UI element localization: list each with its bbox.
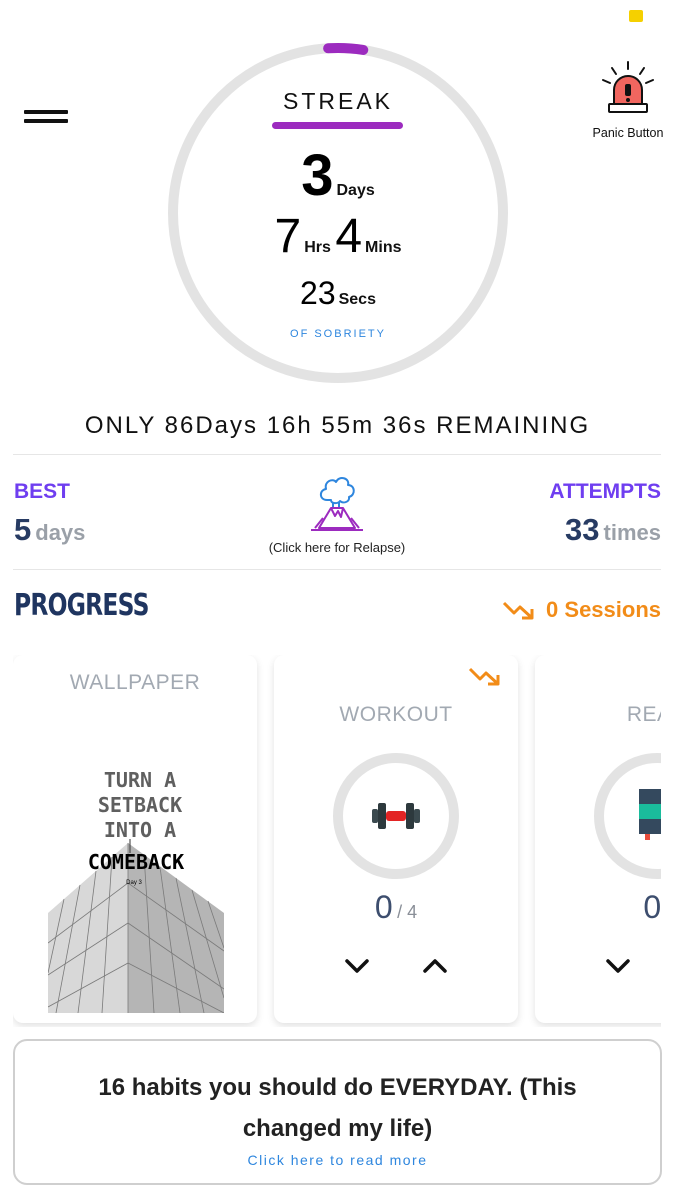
poster-line: COMEBACK [88,850,184,874]
streak-minutes-unit: Mins [365,239,402,256]
read-more-link[interactable]: Click here to read more [15,1152,660,1168]
siren-alarm-icon [602,61,654,113]
status-indicator [629,10,643,22]
relapse-caption: (Click here for Relapse) [268,540,406,555]
divider [13,569,661,570]
volcano-eruption-icon [311,477,363,531]
book-icon [639,789,661,840]
poster-tag: Day 3 [126,880,142,886]
panic-button[interactable]: Panic Button [588,60,668,140]
wallpaper-card[interactable]: WALLPAPER TURN A SETBACK INTO A COMEBACK… [13,655,257,1023]
streak-seconds: 23 Secs [167,275,509,312]
streak-underline [272,122,403,129]
poster-line: SETBACK [98,793,182,817]
streak-minutes-value: 4 [335,210,363,263]
hamburger-menu-icon[interactable] [24,110,68,130]
article-title: 16 habits you should do EVERYDAY. (This … [98,1074,577,1142]
dumbbell-icon [372,803,420,829]
streak-days-unit: Days [336,182,375,199]
read-count-value: 0 [643,889,661,925]
chevron-down-icon[interactable] [603,951,633,981]
wallpaper-card-title: WALLPAPER [69,671,201,694]
chevron-down-icon[interactable] [342,951,372,981]
streak-ring: STREAK 3 Days 7 Hrs 4 Mins 23 Secs OF SOBRIE… [167,42,509,384]
panic-button-label: Panic Button [592,126,664,140]
best-number: 5 [14,512,32,547]
relapse-button[interactable]: (Click here for Relapse) [262,472,412,555]
progress-title: PROGRESS [14,588,149,623]
attempts-label: ATTEMPTS [549,480,661,503]
read-card[interactable]: READ 0 / [535,655,661,1023]
streak-subtitle: OF SOBRIETY [290,328,386,340]
habit-cards-carousel[interactable]: WALLPAPER TURN A SETBACK INTO A COMEBACK… [13,655,661,1027]
workout-count-goal: / 4 [397,902,418,922]
read-count: 0 / [535,889,661,926]
divider [13,454,661,455]
trend-down-icon [468,667,500,686]
best-label: BEST [14,480,71,503]
streak-days-value: 3 [301,143,334,208]
workout-count: 0 / 4 [274,889,518,926]
attempts-value: 33 times [565,512,661,548]
workout-count-value: 0 [374,889,393,925]
remaining-time: ONLY 86Days 16h 55m 36s REMAINING [84,412,591,439]
streak-seconds-unit: Secs [338,291,376,308]
workout-card[interactable]: WORKOUT 0 / 4 [274,655,518,1023]
streak-title: STREAK [282,88,394,114]
read-card-title: READ [626,703,661,726]
article-banner[interactable]: 16 habits you should do EVERYDAY. (This … [13,1039,662,1185]
attempts-unit: times [603,520,661,545]
chevron-up-icon[interactable] [420,951,450,981]
wallpaper-poster-image: TURN A SETBACK INTO A COMEBACK Day 3 [48,713,224,1013]
best-unit: days [35,520,86,545]
workout-card-title: WORKOUT [339,703,453,726]
poster-line: TURN A [104,768,176,792]
trend-down-icon [502,601,534,620]
streak-hours-value: 7 [274,210,302,263]
streak-days: 3 Days [167,142,509,209]
sessions-summary: 0 Sessions [502,597,661,623]
sessions-label: 0 Sessions [546,597,661,622]
poster-line: INTO A [104,818,176,842]
streak-hours-unit: Hrs [304,239,331,256]
best-value: 5 days [14,512,85,548]
attempts-number: 33 [565,512,600,547]
streak-seconds-value: 23 [300,275,336,311]
streak-progress-arc [323,43,369,55]
streak-hours-minutes: 7 Hrs 4 Mins [167,209,509,264]
